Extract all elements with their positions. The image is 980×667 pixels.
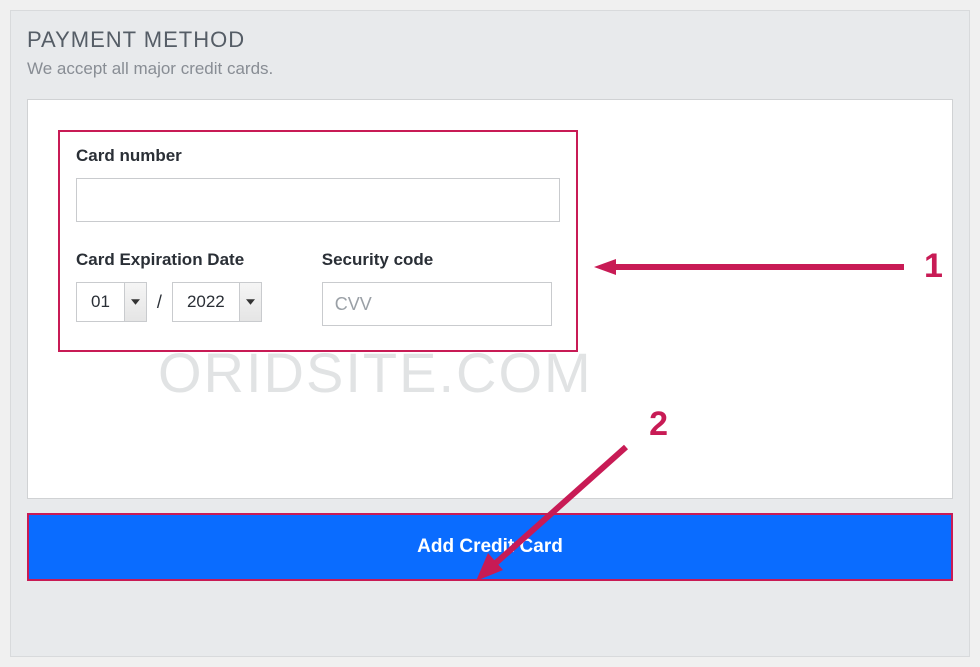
expiration-year-value: 2022 [173, 292, 239, 312]
card-form-panel: Card number Card Expiration Date 01 / [27, 99, 953, 499]
card-number-input[interactable] [76, 178, 560, 222]
expiration-label: Card Expiration Date [76, 250, 262, 270]
security-group: Security code [322, 250, 552, 326]
expiration-security-row: Card Expiration Date 01 / 2022 [76, 250, 560, 326]
chevron-down-icon [239, 283, 261, 321]
add-credit-card-button[interactable]: Add Credit Card [27, 513, 953, 581]
security-code-label: Security code [322, 250, 552, 270]
highlighted-card-fields: Card number Card Expiration Date 01 / [58, 130, 578, 352]
date-separator: / [153, 292, 166, 313]
section-title: PAYMENT METHOD [27, 27, 953, 53]
annotation-number-2: 2 [649, 405, 668, 444]
payment-method-panel: PAYMENT METHOD We accept all major credi… [10, 10, 970, 657]
expiration-month-select[interactable]: 01 [76, 282, 147, 322]
card-number-label: Card number [76, 146, 560, 166]
cvv-input[interactable] [322, 282, 552, 326]
chevron-down-icon [124, 283, 146, 321]
annotation-arrow-1: 1 [594, 247, 943, 286]
expiration-month-value: 01 [77, 292, 124, 312]
annotation-number-1: 1 [924, 247, 943, 286]
section-subtitle: We accept all major credit cards. [27, 59, 953, 79]
expiration-year-select[interactable]: 2022 [172, 282, 262, 322]
expiration-group: Card Expiration Date 01 / 2022 [76, 250, 262, 326]
